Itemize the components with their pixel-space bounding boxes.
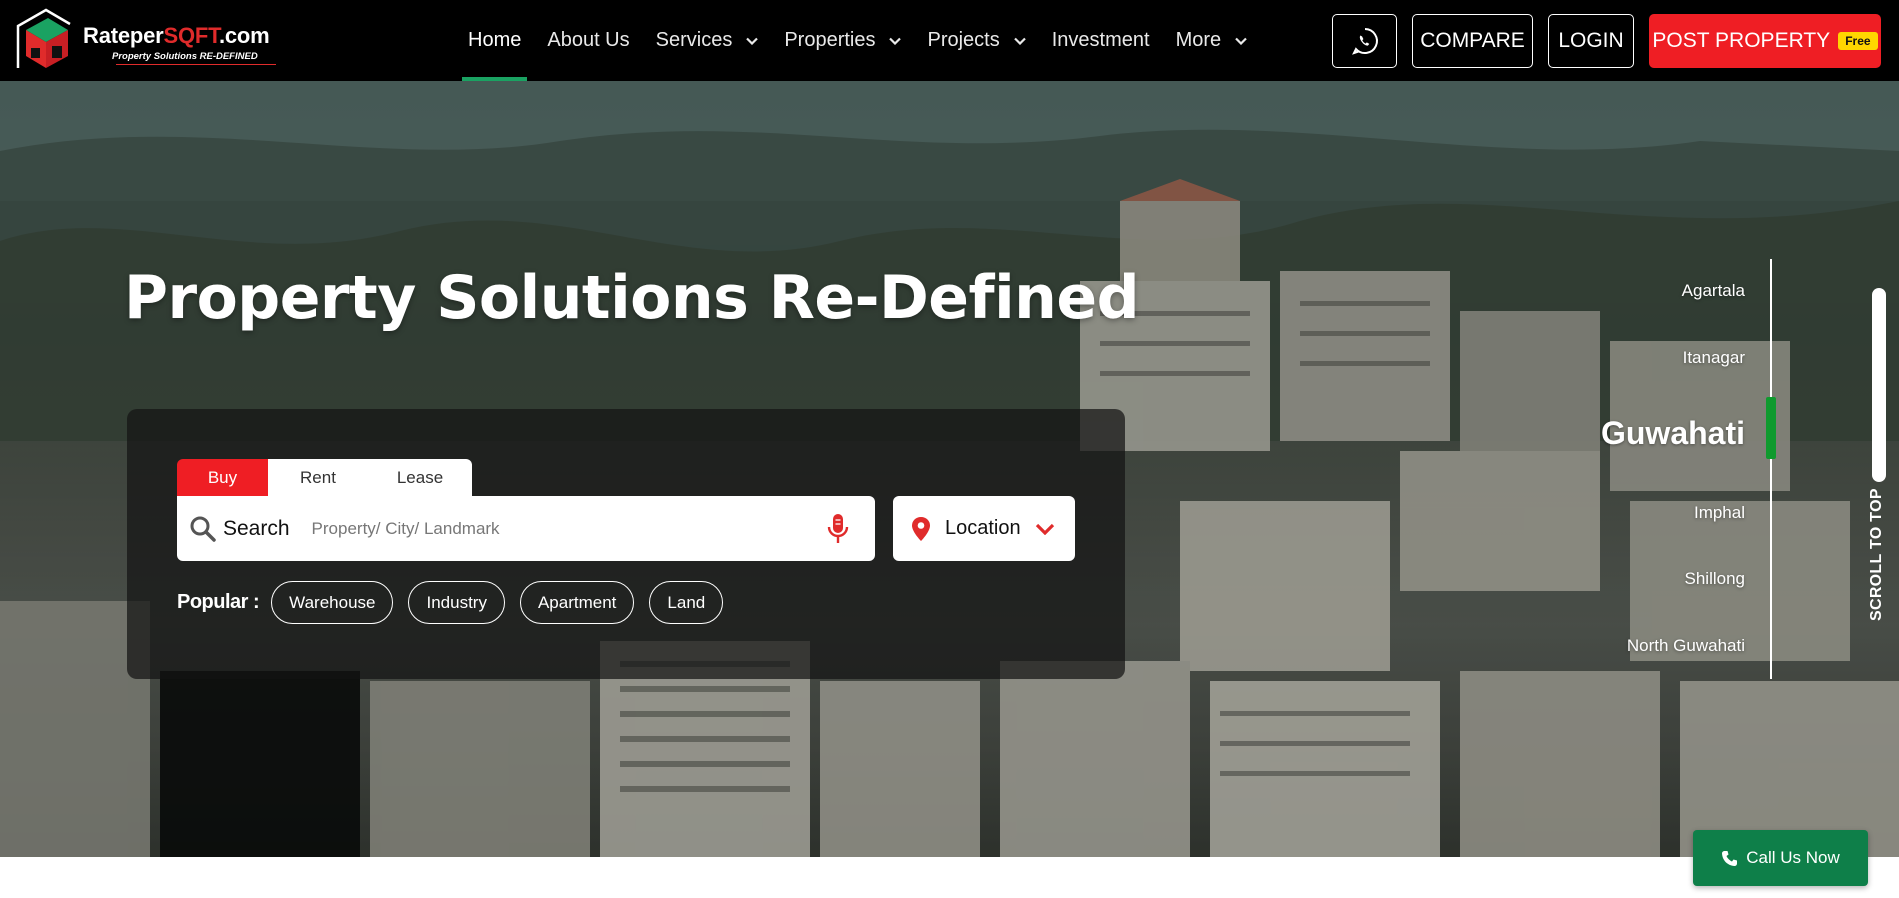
search-icon	[190, 516, 216, 542]
search-panel: Buy Rent Lease Search Lo	[127, 409, 1125, 679]
brand-tagline: Property Solutions RE-DEFINED	[112, 51, 258, 62]
login-button[interactable]: LOGIN	[1548, 14, 1634, 68]
nav-services[interactable]: Services	[656, 0, 759, 81]
nav-properties[interactable]: Properties	[784, 0, 902, 81]
nav-about-us[interactable]: About Us	[547, 0, 629, 81]
tab-buy[interactable]: Buy	[177, 459, 268, 496]
search-input[interactable]	[311, 518, 802, 539]
site-logo[interactable]: RateperSQFT.com Property Solutions RE-DE…	[16, 6, 276, 74]
phone-icon	[1722, 850, 1738, 866]
city-slider-indicator	[1766, 397, 1776, 459]
tab-rent[interactable]: Rent	[268, 459, 368, 496]
nav-actions: COMPARE LOGIN POST PROPERTY Free	[1332, 14, 1881, 68]
tagline-underline	[116, 64, 276, 65]
location-label: Location	[945, 517, 1021, 539]
city-item[interactable]: Imphal	[1694, 503, 1745, 523]
call-us-label: Call Us Now	[1746, 848, 1840, 867]
chevron-down-icon	[746, 37, 759, 45]
search-box: Search	[177, 496, 875, 561]
nav-about-label: About Us	[547, 29, 630, 51]
post-property-button[interactable]: POST PROPERTY Free	[1649, 14, 1881, 68]
city-item-active[interactable]: Guwahati	[1601, 415, 1745, 452]
scroll-to-top-label[interactable]: SCROLL TO TOP	[1868, 488, 1886, 621]
nav-more-label: More	[1175, 29, 1222, 51]
nav-projects-label: Projects	[927, 29, 1000, 51]
hero-title: Property Solutions Re-Defined	[124, 263, 1140, 333]
nav-services-label: Services	[655, 29, 733, 51]
chip-industry[interactable]: Industry	[408, 581, 505, 624]
chip-warehouse[interactable]: Warehouse	[271, 581, 394, 624]
nav-investment-label: Investment	[1051, 29, 1150, 51]
nav-projects[interactable]: Projects	[927, 0, 1026, 81]
tab-lease[interactable]: Lease	[368, 459, 472, 496]
main-nav: Home About Us Services Properties Projec…	[461, 0, 1273, 81]
popular-searches: Popular : Warehouse Industry Apartment L…	[177, 581, 738, 624]
location-dropdown[interactable]: Location	[893, 496, 1075, 561]
popular-label: Popular :	[177, 591, 260, 613]
post-property-label: POST PROPERTY	[1652, 29, 1831, 52]
map-pin-icon	[912, 516, 930, 541]
chevron-down-icon	[889, 37, 902, 45]
nav-more[interactable]: More	[1176, 0, 1248, 81]
free-badge: Free	[1838, 32, 1878, 50]
nav-investment[interactable]: Investment	[1052, 0, 1150, 81]
whatsapp-button[interactable]	[1332, 14, 1397, 68]
city-slider-track	[1770, 259, 1772, 679]
chevron-down-icon	[1035, 523, 1054, 535]
city-item[interactable]: Agartala	[1682, 281, 1745, 301]
city-item[interactable]: North Guwahati	[1627, 636, 1745, 656]
scroll-to-top-track[interactable]	[1872, 288, 1886, 482]
chevron-down-icon	[1235, 37, 1247, 45]
nav-home[interactable]: Home	[461, 0, 528, 81]
house-cube-logo-icon	[16, 8, 71, 68]
whatsapp-icon	[1351, 28, 1378, 55]
brand-name: RateperSQFT.com	[83, 23, 270, 48]
call-us-button[interactable]: Call Us Now	[1693, 830, 1868, 886]
top-navbar: RateperSQFT.com Property Solutions RE-DE…	[0, 0, 1899, 81]
search-label: Search	[223, 516, 290, 540]
city-item[interactable]: Itanagar	[1683, 348, 1745, 368]
chip-apartment[interactable]: Apartment	[519, 581, 635, 624]
nav-home-label: Home	[468, 29, 522, 51]
chevron-down-icon	[1013, 37, 1026, 45]
nav-properties-label: Properties	[784, 29, 876, 51]
chip-land[interactable]: Land	[649, 581, 724, 624]
microphone-icon[interactable]	[827, 513, 849, 545]
city-item[interactable]: Shillong	[1685, 569, 1746, 589]
hero-section: Property Solutions Re-Defined Buy Rent L…	[0, 81, 1899, 857]
compare-button[interactable]: COMPARE	[1412, 14, 1533, 68]
listing-type-tabs: Buy Rent Lease	[177, 459, 472, 496]
